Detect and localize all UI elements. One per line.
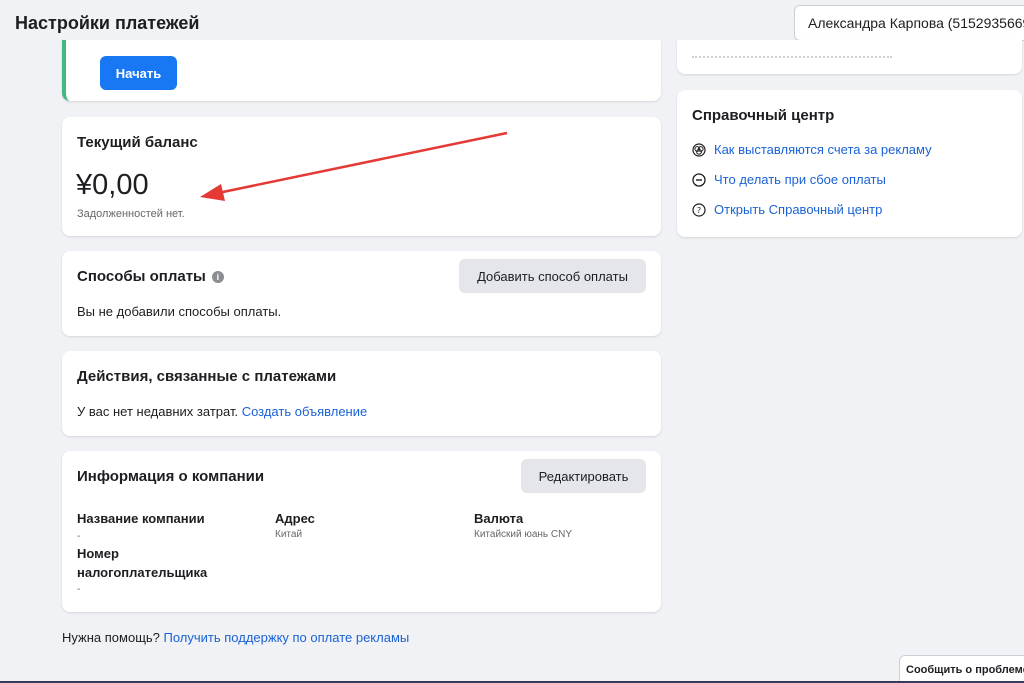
tax-id-value: - — [77, 584, 81, 595]
help-link-open-center[interactable]: ? Открыть Справочный центр — [692, 202, 882, 217]
company-info-title: Информация о компании — [77, 468, 265, 485]
help-link-payment-failure-label: Что делать при сбое оплаты — [714, 172, 886, 187]
start-card: Начать — [62, 40, 661, 101]
payment-methods-empty-text: Вы не добавили способы оплаты. — [77, 304, 282, 319]
account-selector[interactable]: Александра Карпова (515293566983 — [794, 5, 1024, 41]
tax-id-label-line2: налогоплательщика — [77, 565, 208, 580]
truncated-link-row — [692, 50, 892, 58]
footer-help-text: Нужна помощь? — [62, 630, 160, 645]
company-name-value: - — [77, 531, 81, 542]
svg-text:?: ? — [697, 206, 701, 215]
balance-note: Задолженностей нет. — [77, 208, 185, 220]
help-center-title: Справочный центр — [692, 107, 835, 124]
start-button[interactable]: Начать — [100, 56, 177, 90]
help-link-payment-failure[interactable]: Что делать при сбое оплаты — [692, 172, 886, 187]
page-title: Настройки платежей — [15, 13, 200, 33]
balance-amount: ¥0,00 — [76, 169, 149, 201]
balance-card: Текущий баланс ¥0,00 Задолженностей нет. — [62, 117, 661, 236]
support-link[interactable]: Получить поддержку по оплате рекламы — [164, 630, 410, 645]
help-center-card: Справочный центр Как выставляются счета … — [677, 90, 1022, 237]
help-link-billing[interactable]: Как выставляются счета за рекламу — [692, 142, 932, 157]
payment-actions-text-row: У вас нет недавних затрат. Создать объяв… — [77, 404, 367, 419]
receipt-icon — [692, 142, 706, 157]
help-link-open-center-label: Открыть Справочный центр — [714, 202, 883, 217]
info-icon[interactable]: i — [211, 271, 224, 284]
payment-actions-text: У вас нет недавних затрат. — [77, 404, 239, 419]
edit-button[interactable]: Редактировать — [521, 459, 646, 493]
payment-methods-title-text: Способы оплаты — [77, 268, 206, 285]
company-name-label: Название компании — [77, 511, 205, 526]
payment-actions-title: Действия, связанные с платежами — [77, 368, 337, 385]
report-problem-button[interactable]: Сообщить о проблеме — [899, 655, 1024, 683]
address-value: Китай — [275, 529, 303, 540]
footer-help: Нужна помощь? Получить поддержку по опла… — [62, 630, 409, 645]
minus-circle-icon — [692, 172, 706, 187]
payment-methods-title: Способы оплаты i — [77, 268, 224, 285]
help-link-billing-label: Как выставляются счета за рекламу — [714, 142, 932, 157]
address-label: Адрес — [275, 511, 315, 526]
company-info-card: Информация о компании Редактировать Назв… — [62, 451, 661, 612]
payment-methods-card: Способы оплаты i Добавить способ оплаты В… — [62, 251, 661, 336]
balance-title: Текущий баланс — [77, 134, 198, 151]
payment-actions-card: Действия, связанные с платежами У вас не… — [62, 351, 661, 436]
currency-label: Валюта — [474, 511, 524, 526]
currency-value: Китайский юань CNY — [474, 529, 573, 540]
help-top-card — [677, 40, 1022, 74]
add-payment-method-button[interactable]: Добавить способ оплаты — [459, 259, 646, 293]
question-circle-icon: ? — [692, 202, 706, 217]
create-ad-link[interactable]: Создать объявление — [242, 404, 368, 419]
tax-id-label-line1: Номер — [77, 546, 119, 561]
